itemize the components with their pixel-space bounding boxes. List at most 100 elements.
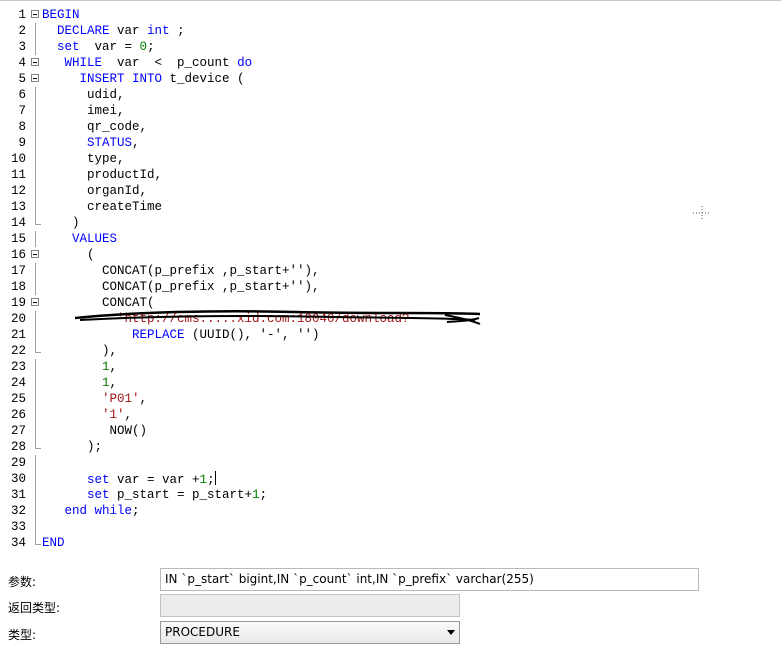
line-number: 24 bbox=[10, 376, 26, 390]
fold-guide bbox=[35, 311, 36, 327]
code-token: do bbox=[237, 56, 253, 70]
code-text: set var = var +1; bbox=[42, 471, 216, 488]
line-number: 31 bbox=[10, 488, 26, 502]
code-line[interactable]: 16 ( bbox=[0, 247, 781, 263]
code-line[interactable]: 2 DECLARE var int ; bbox=[0, 23, 781, 39]
line-number: 32 bbox=[10, 504, 26, 518]
code-text: end while; bbox=[42, 503, 140, 519]
fold-guide bbox=[35, 151, 36, 167]
line-number: 6 bbox=[18, 88, 26, 102]
line-number: 27 bbox=[10, 424, 26, 438]
code-token: set bbox=[87, 488, 110, 502]
code-line[interactable]: 23 1, bbox=[0, 359, 781, 375]
code-line[interactable]: 7 imei, bbox=[0, 103, 781, 119]
code-token: , bbox=[109, 360, 118, 374]
fold-guide bbox=[35, 519, 36, 535]
code-token: , bbox=[132, 136, 140, 150]
fold-guide bbox=[35, 279, 36, 295]
code-line[interactable]: 28 ); bbox=[0, 439, 781, 455]
code-text: STATUS, bbox=[42, 135, 140, 151]
code-line[interactable]: 14 ) bbox=[0, 215, 781, 231]
code-token: ), bbox=[102, 344, 118, 358]
code-line[interactable]: 4 WHILE var < p_count do bbox=[0, 55, 781, 71]
chevron-down-icon[interactable] bbox=[447, 630, 455, 635]
code-text: NOW() bbox=[42, 423, 148, 439]
type-select[interactable]: PROCEDURE bbox=[160, 621, 460, 644]
code-line[interactable]: 29 bbox=[0, 455, 781, 471]
code-line[interactable]: 18 CONCAT(p_prefix ,p_start+''), bbox=[0, 279, 781, 295]
line-number: 20 bbox=[10, 312, 26, 326]
code-text: 1, bbox=[42, 375, 117, 391]
code-line[interactable]: 22 ), bbox=[0, 343, 781, 359]
fold-toggle-icon[interactable] bbox=[31, 10, 39, 18]
code-token: REPLACE bbox=[132, 328, 185, 342]
fold-toggle-icon[interactable] bbox=[31, 250, 39, 258]
code-line[interactable]: 17 CONCAT(p_prefix ,p_start+''), bbox=[0, 263, 781, 279]
line-number: 30 bbox=[10, 472, 26, 486]
code-line[interactable]: 13 createTime bbox=[0, 199, 781, 215]
code-text: imei, bbox=[42, 103, 125, 119]
code-line[interactable]: 34 END bbox=[0, 535, 781, 551]
code-line[interactable]: 26 '1', bbox=[0, 407, 781, 423]
code-token: NOW() bbox=[109, 424, 148, 438]
code-token: 1 bbox=[102, 360, 110, 374]
code-line[interactable]: 9 STATUS, bbox=[0, 135, 781, 151]
code-line[interactable]: 21 REPLACE (UUID(), '-', '') bbox=[0, 327, 781, 343]
code-token: (UUID(), '-', '') bbox=[184, 328, 320, 342]
sql-code-editor[interactable]: 1 BEGIN 2 DECLARE var int ; 3 set var = 0; 4… bbox=[0, 0, 781, 556]
code-token: var = bbox=[79, 40, 140, 54]
code-token: ; bbox=[147, 40, 155, 54]
code-line[interactable]: 1 BEGIN bbox=[0, 7, 781, 23]
code-line[interactable]: 33 bbox=[0, 519, 781, 535]
line-number: 22 bbox=[10, 344, 26, 358]
code-token: set bbox=[87, 473, 110, 487]
fold-guide bbox=[35, 167, 36, 183]
code-text: CONCAT(p_prefix ,p_start+''), bbox=[42, 263, 320, 279]
line-number: 18 bbox=[10, 280, 26, 294]
line-number: 13 bbox=[10, 200, 26, 214]
code-line[interactable]: 30 set var = var +1; bbox=[0, 471, 781, 487]
code-line[interactable]: 5 INSERT INTO t_device ( bbox=[0, 71, 781, 87]
code-line[interactable]: 25 'P01', bbox=[0, 391, 781, 407]
code-line[interactable]: 27 NOW() bbox=[0, 423, 781, 439]
code-text: udid, bbox=[42, 87, 125, 103]
text-caret bbox=[214, 471, 216, 485]
code-line[interactable]: 31 set p_start = p_start+1; bbox=[0, 487, 781, 503]
fold-toggle-icon[interactable] bbox=[31, 298, 39, 306]
code-text: set var = 0; bbox=[42, 39, 155, 55]
code-line[interactable]: 11 productId, bbox=[0, 167, 781, 183]
code-line[interactable]: 6 udid, bbox=[0, 87, 781, 103]
code-line[interactable]: 32 end while; bbox=[0, 503, 781, 519]
mouse-cursor-icon bbox=[693, 206, 711, 220]
code-line[interactable]: 8 qr_code, bbox=[0, 119, 781, 135]
code-text: DECLARE var int ; bbox=[42, 23, 185, 39]
fold-toggle-icon[interactable] bbox=[31, 74, 39, 82]
fold-guide bbox=[35, 423, 36, 439]
code-line[interactable]: 15 VALUES bbox=[0, 231, 781, 247]
line-number: 10 bbox=[10, 152, 26, 166]
line-number: 21 bbox=[10, 328, 26, 342]
redaction-scribble bbox=[75, 310, 481, 325]
code-text: qr_code, bbox=[42, 119, 147, 135]
code-line[interactable]: 10 type, bbox=[0, 151, 781, 167]
params-label: 参数: bbox=[8, 575, 37, 589]
code-token: imei, bbox=[87, 104, 125, 118]
fold-toggle-icon[interactable] bbox=[31, 58, 39, 66]
fold-guide bbox=[35, 23, 36, 39]
fold-guide bbox=[35, 359, 36, 375]
return-type-input[interactable] bbox=[160, 594, 460, 617]
code-token: '1' bbox=[102, 408, 125, 422]
code-line[interactable]: 12 organId, bbox=[0, 183, 781, 199]
code-line[interactable]: 3 set var = 0; bbox=[0, 39, 781, 55]
params-input[interactable]: IN `p_start` bigint,IN `p_count` int,IN … bbox=[160, 568, 699, 591]
fold-end-marker bbox=[35, 215, 41, 225]
code-line[interactable]: 24 1, bbox=[0, 375, 781, 391]
code-text: BEGIN bbox=[42, 7, 80, 23]
code-token: type, bbox=[87, 152, 125, 166]
